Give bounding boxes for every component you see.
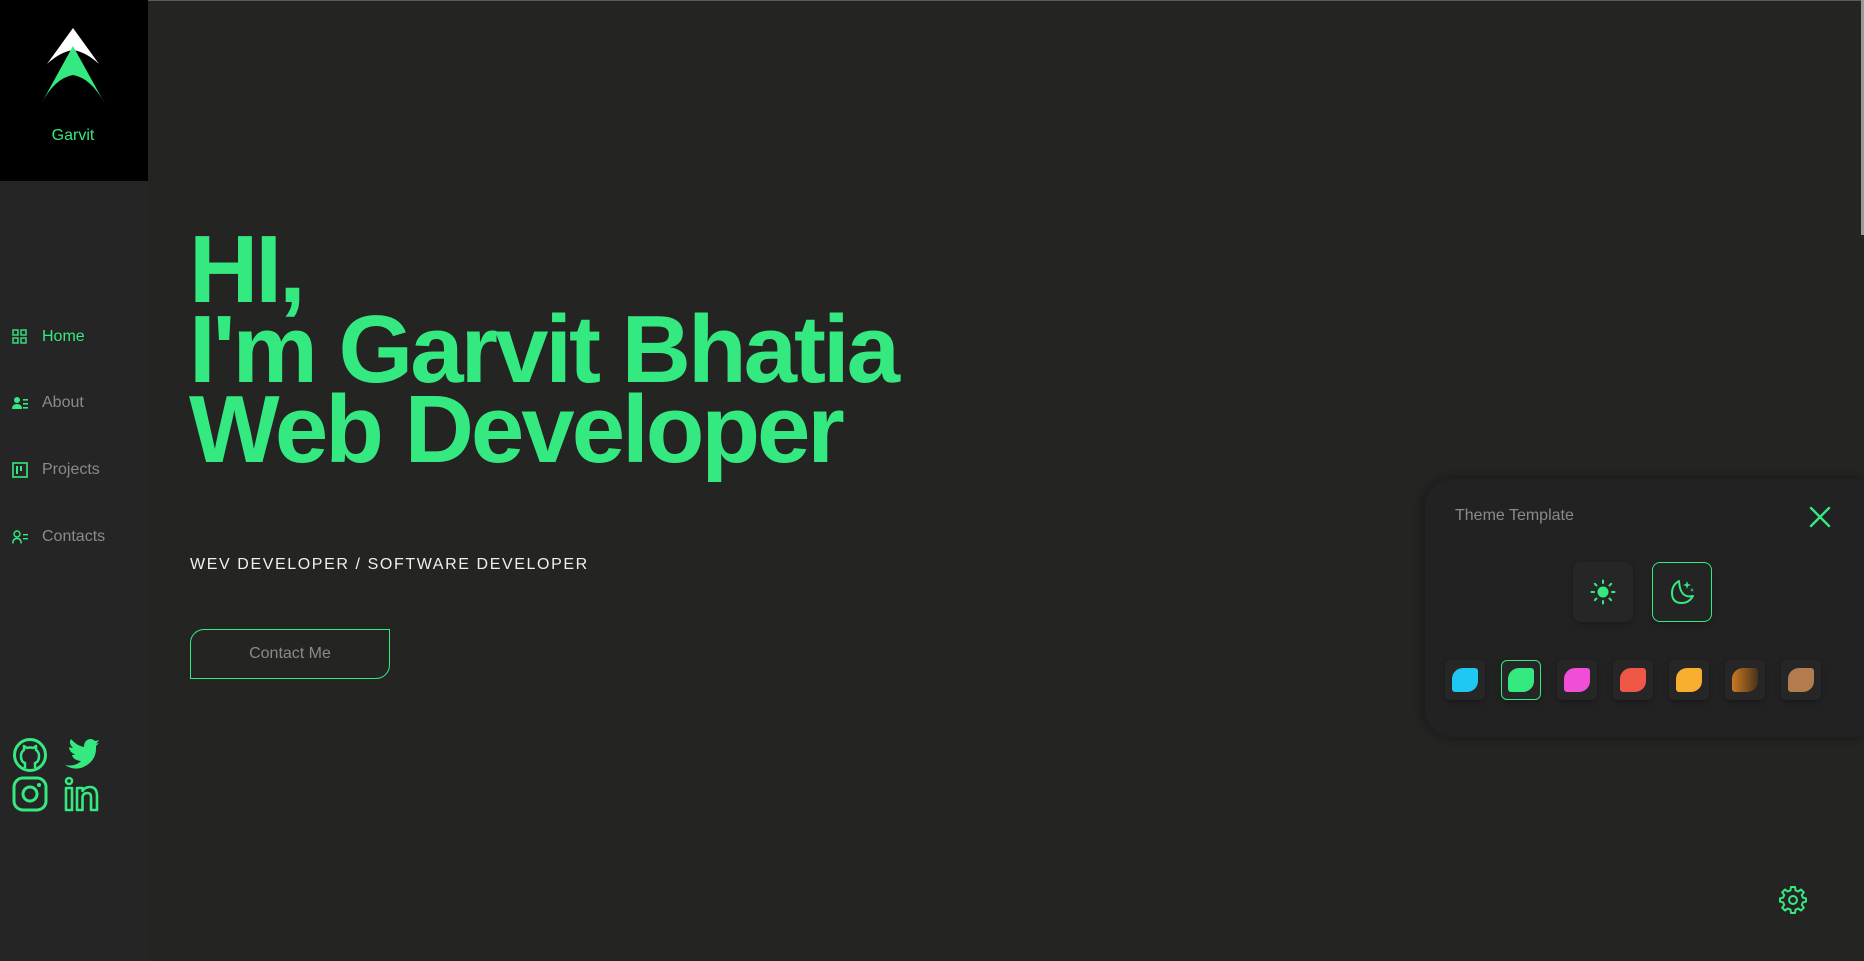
- theme-panel-title: Theme Template: [1455, 507, 1574, 524]
- grid-icon: [12, 329, 27, 344]
- swatch-red[interactable]: [1613, 660, 1653, 700]
- moon-stars-icon: [1671, 580, 1694, 604]
- green-leaf-icon: [1508, 668, 1534, 692]
- hero-role: Web Developer: [189, 376, 845, 483]
- nav-label-contacts: Contacts: [42, 528, 106, 545]
- orange-leaf-icon: [1676, 668, 1702, 692]
- nav-label-home: Home: [42, 328, 85, 345]
- close-icon[interactable]: [1808, 505, 1832, 529]
- swatch-pink[interactable]: [1557, 660, 1597, 700]
- theme-panel: Theme Template: [1425, 479, 1864, 737]
- instagram-icon[interactable]: [12, 776, 48, 812]
- brown-leaf-icon: [1788, 668, 1814, 692]
- contacts-icon: [12, 530, 28, 544]
- chevron-logo-icon: [41, 28, 105, 104]
- window-top-border: [0, 0, 1864, 1]
- sidebar: Garvit Home About Projects Contacts: [0, 0, 148, 961]
- dark-mode-button[interactable]: [1652, 562, 1712, 622]
- hero-subtitle: WEV DEVELOPER / SOFTWARE DEVELOPER: [190, 556, 589, 573]
- linkedin-icon[interactable]: [63, 776, 99, 812]
- logo[interactable]: Garvit: [0, 0, 148, 181]
- brand-name: Garvit: [51, 127, 95, 144]
- nav-label-about: About: [42, 394, 84, 411]
- contact-me-button[interactable]: Contact Me: [190, 629, 390, 679]
- gear-icon[interactable]: [1778, 884, 1808, 914]
- swatch-orange[interactable]: [1669, 660, 1709, 700]
- nav-item-about[interactable]: About: [12, 391, 84, 415]
- sun-icon: [1590, 579, 1616, 605]
- twitter-icon[interactable]: [63, 737, 99, 773]
- pink-leaf-icon: [1564, 668, 1590, 692]
- hero-heading: HI, I'm Garvit Bhatia Web Developer: [189, 222, 900, 483]
- github-icon[interactable]: [12, 737, 48, 773]
- light-mode-button[interactable]: [1573, 562, 1633, 622]
- amber-leaf-icon: [1732, 668, 1758, 692]
- red-leaf-icon: [1620, 668, 1646, 692]
- nav-item-home[interactable]: Home: [12, 325, 85, 349]
- nav-label-projects: Projects: [42, 461, 100, 478]
- swatch-green[interactable]: [1501, 660, 1541, 700]
- user-card-icon: [12, 397, 28, 409]
- nav-item-projects[interactable]: Projects: [12, 458, 100, 482]
- swatch-cyan[interactable]: [1445, 660, 1485, 700]
- nav-item-contacts[interactable]: Contacts: [12, 525, 105, 549]
- swatch-brown[interactable]: [1781, 660, 1821, 700]
- kanban-icon: [12, 462, 28, 478]
- swatch-amber[interactable]: [1725, 660, 1765, 700]
- cyan-leaf-icon: [1452, 668, 1478, 692]
